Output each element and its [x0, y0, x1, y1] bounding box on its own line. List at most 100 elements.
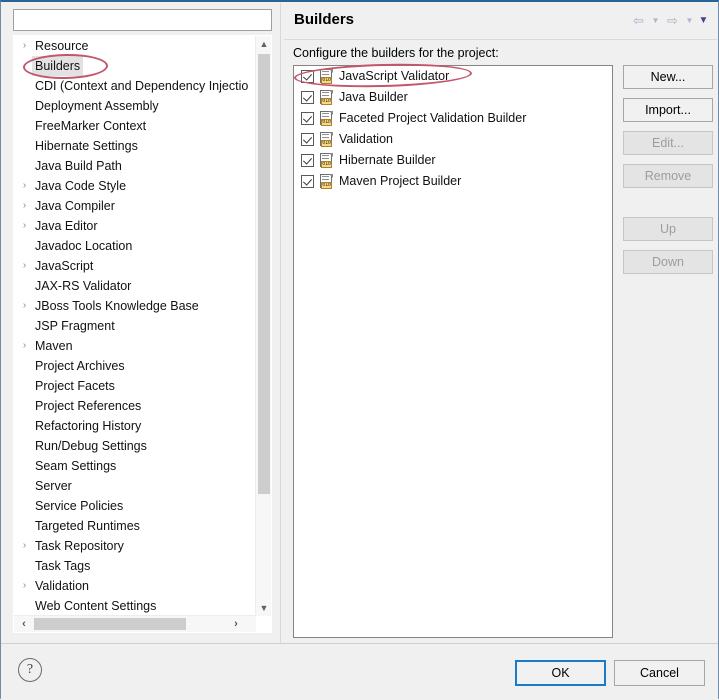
tree-item[interactable]: JSP Fragment — [14, 316, 256, 336]
tree-item-label: JAX-RS Validator — [35, 279, 132, 293]
builder-row[interactable]: 010 JavaScript Validator — [294, 66, 612, 87]
tree-item[interactable]: Web Content Settings — [14, 596, 256, 616]
tree-item[interactable]: JAX-RS Validator — [14, 276, 256, 296]
tree-item[interactable]: Builders — [14, 56, 256, 76]
tree-item[interactable]: › Java Compiler — [14, 196, 256, 216]
page-description: Configure the builders for the project: — [293, 46, 499, 60]
tree-item-label: Seam Settings — [35, 459, 117, 473]
tree-horizontal-scrollbar[interactable]: ‹ › — [14, 615, 256, 632]
scroll-down-icon[interactable]: ▼ — [256, 600, 271, 616]
tree-expand-chevron-right-icon[interactable]: › — [19, 216, 30, 236]
tree-item-label: Task Repository — [35, 539, 124, 553]
import-button[interactable]: Import... — [623, 98, 713, 122]
scroll-up-icon[interactable]: ▲ — [256, 36, 271, 52]
tree-vertical-scrollbar[interactable]: ▲ ▼ — [255, 36, 271, 616]
page-navigation-toolbar[interactable]: ⇦ ▼ ⇨ ▼ ▼ — [630, 13, 709, 28]
tree-item-label: JSP Fragment — [35, 319, 115, 333]
preference-tree[interactable]: › Resource Builders CDI (Context and Depend… — [13, 35, 272, 633]
panel-divider — [280, 3, 281, 643]
scroll-left-icon[interactable]: ‹ — [16, 616, 32, 632]
builder-checkbox[interactable] — [301, 154, 314, 167]
tree-item[interactable]: Task Tags — [14, 556, 256, 576]
up-button: Up — [623, 217, 713, 241]
tree-item-label: Validation — [35, 579, 89, 593]
tree-item[interactable]: › Java Code Style — [14, 176, 256, 196]
tree-expand-chevron-right-icon[interactable]: › — [19, 536, 30, 556]
tree-item[interactable]: › Validation — [14, 576, 256, 596]
tree-expand-chevron-right-icon[interactable]: › — [19, 176, 30, 196]
tree-expand-chevron-right-icon[interactable]: › — [19, 196, 30, 216]
builder-row[interactable]: 010 Hibernate Builder — [294, 150, 612, 171]
ok-button[interactable]: OK — [515, 660, 606, 686]
tree-item-label: Builders — [32, 56, 84, 76]
tree-item[interactable]: FreeMarker Context — [14, 116, 256, 136]
builders-list[interactable]: 010 JavaScript Validator 010 Java Builder 01… — [293, 65, 613, 638]
builder-row[interactable]: 010 Java Builder — [294, 87, 612, 108]
tree-item[interactable]: Project References — [14, 396, 256, 416]
tree-item[interactable]: › Java Editor — [14, 216, 256, 236]
builder-label: Faceted Project Validation Builder — [339, 111, 527, 125]
tree-expand-chevron-right-icon[interactable]: › — [19, 296, 30, 316]
scroll-right-icon[interactable]: › — [228, 616, 244, 632]
preference-tree-items: › Resource Builders CDI (Context and Depend… — [14, 36, 256, 616]
builder-row[interactable]: 010 Validation — [294, 129, 612, 150]
tree-item[interactable]: Service Policies — [14, 496, 256, 516]
tree-item-label: Java Compiler — [35, 199, 115, 213]
builder-checkbox[interactable] — [301, 133, 314, 146]
cancel-button[interactable]: Cancel — [614, 660, 705, 686]
tree-item-label: FreeMarker Context — [35, 119, 147, 133]
tree-item[interactable]: Run/Debug Settings — [14, 436, 256, 456]
back-arrow-icon[interactable]: ⇦ — [630, 13, 647, 28]
tree-item-label: Project Archives — [35, 359, 125, 373]
new-button[interactable]: New... — [623, 65, 713, 89]
builder-row[interactable]: 010 Maven Project Builder — [294, 171, 612, 192]
tree-item-label: JavaScript — [35, 259, 94, 273]
tree-item[interactable]: Java Build Path — [14, 156, 256, 176]
builder-label: Maven Project Builder — [339, 174, 462, 188]
tree-expand-chevron-right-icon[interactable]: › — [19, 576, 30, 596]
tree-expand-chevron-right-icon[interactable]: › — [19, 36, 30, 56]
builder-checkbox[interactable] — [301, 112, 314, 125]
filter-input[interactable] — [13, 9, 272, 31]
tree-expand-chevron-right-icon[interactable]: › — [19, 336, 30, 356]
tree-item-label: Targeted Runtimes — [35, 519, 140, 533]
tree-item[interactable]: Deployment Assembly — [14, 96, 256, 116]
tree-item[interactable]: Project Archives — [14, 356, 256, 376]
tree-item[interactable]: Project Facets — [14, 376, 256, 396]
tree-item[interactable]: Targeted Runtimes — [14, 516, 256, 536]
tree-item-label: Java Editor — [35, 219, 98, 233]
builder-checkbox[interactable] — [301, 70, 314, 83]
tree-item[interactable]: › Maven — [14, 336, 256, 356]
tree-vertical-scroll-thumb[interactable] — [258, 54, 270, 494]
tree-expand-chevron-right-icon[interactable]: › — [19, 256, 30, 276]
edit-button: Edit... — [623, 131, 713, 155]
tree-item[interactable]: › Resource — [14, 36, 256, 56]
tree-horizontal-scroll-thumb[interactable] — [34, 618, 186, 630]
tree-item[interactable]: Seam Settings — [14, 456, 256, 476]
tree-item-label: Project References — [35, 399, 142, 413]
tree-item[interactable]: › JBoss Tools Knowledge Base — [14, 296, 256, 316]
binary-document-icon: 010 — [320, 69, 334, 84]
page-menu-chevron-down-icon[interactable]: ▼ — [698, 13, 709, 28]
tree-item[interactable]: › Task Repository — [14, 536, 256, 556]
tree-item[interactable]: Javadoc Location — [14, 236, 256, 256]
forward-arrow-icon[interactable]: ⇨ — [664, 13, 681, 28]
back-history-chevron-down-icon[interactable]: ▼ — [650, 13, 661, 28]
tree-item-label: CDI (Context and Dependency Injectio — [35, 79, 249, 93]
builder-row[interactable]: 010 Faceted Project Validation Builder — [294, 108, 612, 129]
tree-item[interactable]: Refactoring History — [14, 416, 256, 436]
tree-item-label: Hibernate Settings — [35, 139, 138, 153]
tree-item-label: Server — [35, 479, 72, 493]
builder-checkbox[interactable] — [301, 91, 314, 104]
forward-history-chevron-down-icon[interactable]: ▼ — [684, 13, 695, 28]
properties-dialog: › Resource Builders CDI (Context and Depend… — [0, 0, 719, 700]
binary-document-icon: 010 — [320, 111, 334, 126]
builder-checkbox[interactable] — [301, 175, 314, 188]
tree-item[interactable]: Hibernate Settings — [14, 136, 256, 156]
builder-label: Hibernate Builder — [339, 153, 436, 167]
tree-item[interactable]: › JavaScript — [14, 256, 256, 276]
page-title: Builders — [294, 11, 355, 28]
tree-item[interactable]: CDI (Context and Dependency Injectio — [14, 76, 256, 96]
help-question-icon[interactable]: ? — [18, 658, 42, 682]
tree-item[interactable]: Server — [14, 476, 256, 496]
